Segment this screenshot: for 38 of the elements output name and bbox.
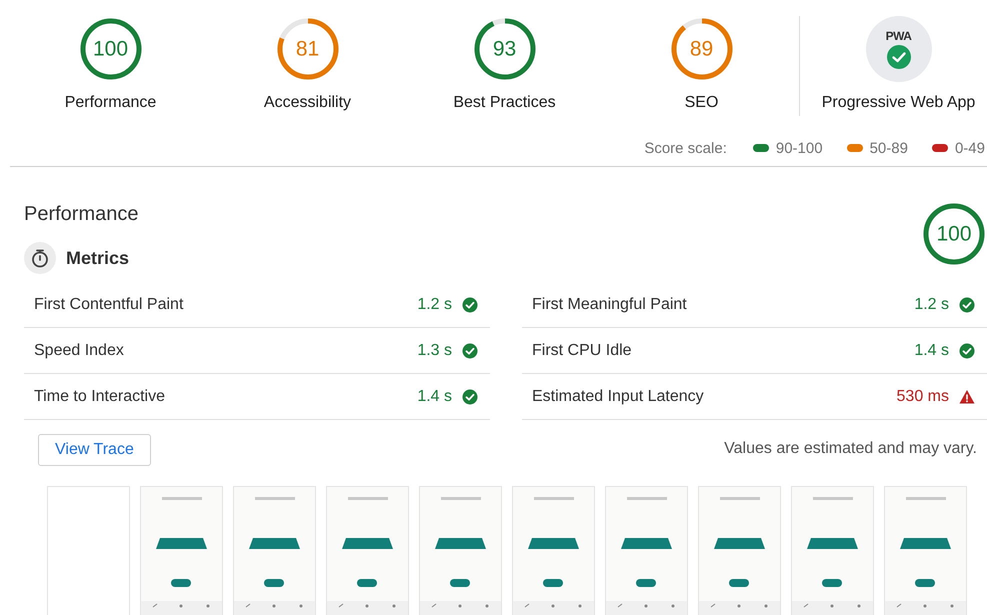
metric-name: Estimated Input Latency (532, 388, 705, 406)
score-gauge (668, 16, 734, 82)
category-label: Accessibility (264, 94, 352, 112)
category-label: Progressive Web App (822, 94, 976, 112)
score-gauge (472, 16, 538, 82)
metric-value: 1.3 s (417, 342, 452, 360)
score-value: 89 (690, 38, 714, 60)
check-icon (886, 45, 910, 69)
legend-label: 0-49 (954, 140, 985, 156)
category-label: Performance (64, 94, 156, 112)
category-label: SEO (684, 94, 718, 112)
category-label: Best Practices (453, 94, 556, 112)
metric-name: First CPU Idle (532, 342, 633, 360)
view-trace-button[interactable]: View Trace (38, 434, 151, 466)
legend-label: 50-89 (870, 140, 908, 156)
metric-value: 530 ms (896, 388, 949, 406)
score-gauge (78, 16, 144, 82)
metric-value: 1.4 s (914, 342, 949, 360)
metric-name: First Contentful Paint (34, 296, 184, 314)
stopwatch-icon (24, 242, 56, 274)
legend-label: 90-100 (776, 140, 823, 156)
score-scale-label: Score scale: (644, 140, 727, 156)
metric-name: Speed Index (34, 342, 125, 360)
metrics-heading: Metrics (66, 248, 130, 268)
metric-name: First Meaningful Paint (532, 296, 688, 314)
metric-value: 1.4 s (417, 388, 452, 406)
section-title: Performance (24, 203, 138, 226)
score-value: 100 (92, 38, 128, 60)
score-gauge (921, 201, 987, 267)
metric-value: 1.2 s (417, 296, 452, 314)
score-value: 100 (936, 224, 972, 244)
metric-value: 1.2 s (914, 296, 949, 314)
estimate-note: Values are estimated and may vary. (724, 440, 977, 458)
score-value: 81 (296, 38, 320, 60)
score-gauge (274, 16, 340, 82)
score-value: 93 (492, 38, 516, 60)
metric-name: Time to Interactive (34, 388, 166, 406)
pwa-logo-text: PWA (886, 29, 912, 43)
